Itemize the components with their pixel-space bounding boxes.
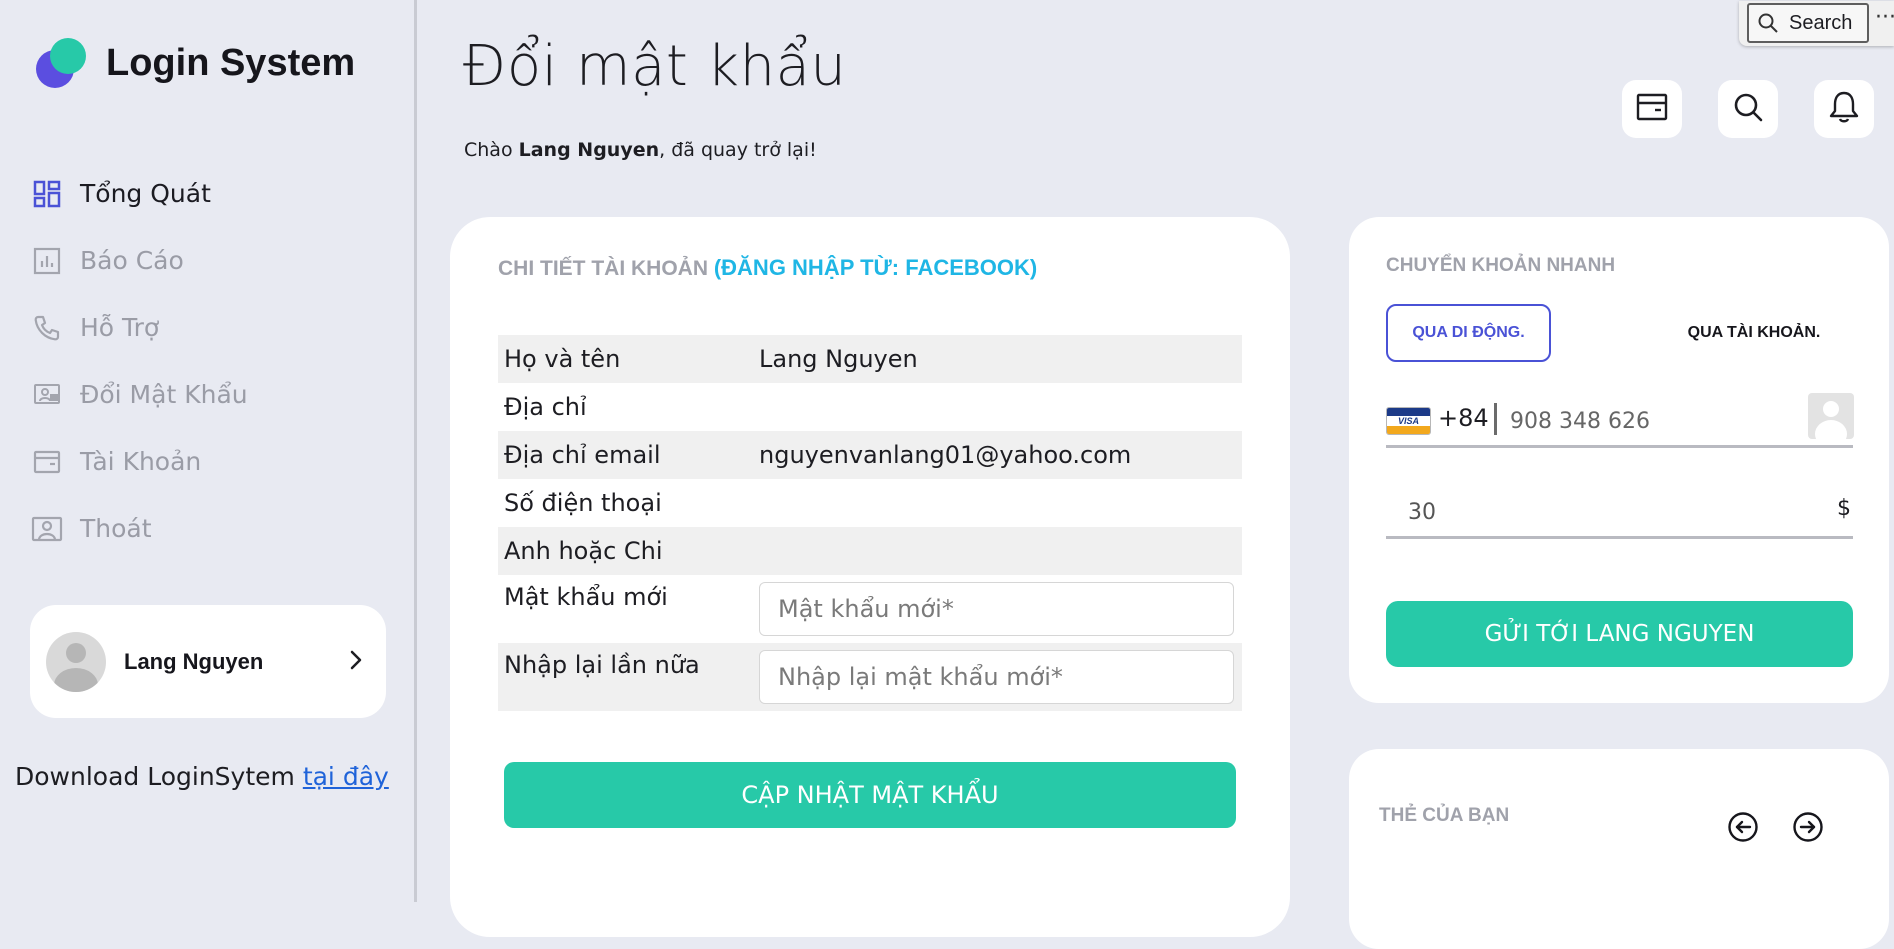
confirm-password-input[interactable] xyxy=(759,650,1234,704)
phone-input[interactable] xyxy=(1508,401,1792,441)
amount-input[interactable] xyxy=(1406,492,1790,532)
table-row: Nhập lại lần nữa xyxy=(498,643,1242,711)
sidebar: Login System Tổng Quát Báo Cáo Hỗ Trợ Đổ… xyxy=(0,0,417,902)
welcome-message: Chào Lang Nguyen, đã quay trở lại! xyxy=(464,139,817,161)
browser-search-bar: Search ··· xyxy=(1739,1,1894,46)
sidebar-item-tai-khoan[interactable]: Tài Khoản xyxy=(30,428,248,495)
country-code: +84 xyxy=(1438,404,1489,432)
row-value xyxy=(753,527,1242,575)
wallet-icon xyxy=(30,445,64,479)
search-box[interactable]: Search xyxy=(1747,3,1869,43)
logo-icon xyxy=(36,36,86,90)
table-row: Họ và tên Lang Nguyen xyxy=(498,335,1242,383)
sidebar-nav: Tổng Quát Báo Cáo Hỗ Trợ Đổi Mật Khẩu Tà… xyxy=(30,160,248,562)
brand-name: Login System xyxy=(106,41,356,84)
update-password-button[interactable]: CẬP NHẬT MẬT KHẨU xyxy=(504,762,1236,828)
new-password-input[interactable] xyxy=(759,582,1234,636)
wallet-icon xyxy=(1636,92,1668,126)
cards-title: THẺ CỦA BẠN xyxy=(1379,805,1510,826)
sidebar-item-label: Tài Khoản xyxy=(80,447,202,476)
sidebar-item-doi-mat-khau[interactable]: Đổi Mật Khẩu xyxy=(30,361,248,428)
sidebar-item-label: Tổng Quát xyxy=(80,179,211,208)
notification-button[interactable] xyxy=(1814,80,1874,138)
new-password-label: Mật khẩu mới xyxy=(504,583,668,611)
page-title: Đổi mật khẩu xyxy=(463,34,847,99)
visa-card-icon: VISA xyxy=(1386,407,1431,435)
table-row: Địa chỉ xyxy=(498,383,1242,431)
row-value xyxy=(753,383,1242,431)
sidebar-item-ho-tro[interactable]: Hỗ Trợ xyxy=(30,294,248,361)
confirm-password-label: Nhập lại lần nữa xyxy=(504,651,700,679)
logout-icon xyxy=(30,512,64,546)
row-label: Địa chỉ xyxy=(504,393,587,421)
table-row: Số điện thoại xyxy=(498,479,1242,527)
search-icon xyxy=(1732,91,1764,127)
arrow-left-icon[interactable] xyxy=(1727,811,1759,843)
sidebar-item-label: Đổi Mật Khẩu xyxy=(80,380,248,409)
account-title-text: CHI TIẾT TÀI KHOẢN xyxy=(498,257,714,280)
account-details-card: CHI TIẾT TÀI KHOẢN (ĐĂNG NHẬP TỪ: FACEBO… xyxy=(450,217,1290,937)
table-row: Địa chỉ email nguyenvanlang01@yahoo.com xyxy=(498,431,1242,479)
sidebar-item-tong-quat[interactable]: Tổng Quát xyxy=(30,160,248,227)
row-value: nguyenvanlang01@yahoo.com xyxy=(759,441,1132,469)
arrow-right-icon[interactable] xyxy=(1792,811,1824,843)
tab-account[interactable]: QUA TÀI KHOẢN. xyxy=(1669,304,1839,362)
send-button[interactable]: GỬI TỚI LANG NGUYEN xyxy=(1386,601,1853,667)
amount-field: $ xyxy=(1386,488,1853,539)
sidebar-item-label: Thoát xyxy=(80,514,152,543)
divider xyxy=(1494,403,1497,435)
avatar xyxy=(46,631,106,692)
row-label: Địa chỉ email xyxy=(504,441,661,469)
account-card-title: CHI TIẾT TÀI KHOẢN (ĐĂNG NHẬP TỪ: FACEBO… xyxy=(498,255,1037,281)
profile-name: Lang Nguyen xyxy=(124,648,264,674)
sidebar-item-label: Hỗ Trợ xyxy=(80,313,160,342)
login-source: (ĐĂNG NHẬP TỪ: FACEBOOK) xyxy=(713,255,1038,280)
row-label: Số điện thoại xyxy=(504,489,662,517)
contact-icon[interactable] xyxy=(1808,393,1854,439)
change-password-icon xyxy=(30,378,64,412)
row-value: Lang Nguyen xyxy=(759,345,918,373)
search-button[interactable] xyxy=(1718,80,1778,138)
table-row: Mật khẩu mới xyxy=(498,575,1242,643)
download-label: Download LoginSytem xyxy=(15,762,303,791)
report-icon xyxy=(30,244,64,278)
download-link[interactable]: tại đây xyxy=(303,762,389,791)
transfer-title: CHUYỂN KHOẢN NHANH xyxy=(1386,255,1616,276)
more-options-icon[interactable]: ··· xyxy=(1875,5,1894,30)
search-label: Search xyxy=(1789,11,1853,34)
wallet-button[interactable] xyxy=(1622,80,1682,138)
phone-field: VISA +84 xyxy=(1386,393,1854,448)
quick-transfer-card: CHUYỂN KHOẢN NHANH QUA DI ĐỘNG. QUA TÀI … xyxy=(1349,217,1889,703)
currency-symbol: $ xyxy=(1837,496,1851,521)
sidebar-item-thoat[interactable]: Thoát xyxy=(30,495,248,562)
row-label: Họ và tên xyxy=(504,345,621,373)
profile-card[interactable]: Lang Nguyen xyxy=(30,605,386,718)
welcome-prefix: Chào xyxy=(464,139,519,161)
account-info-table: Họ và tên Lang Nguyen Địa chỉ Địa chỉ em… xyxy=(498,335,1242,711)
table-row: Anh hoặc Chi xyxy=(498,527,1242,575)
welcome-suffix: , đã quay trở lại! xyxy=(659,139,817,161)
search-icon xyxy=(1757,12,1779,34)
sidebar-item-label: Báo Cáo xyxy=(80,246,184,275)
download-text: Download LoginSytem tại đây xyxy=(15,762,389,791)
brand[interactable]: Login System xyxy=(36,36,355,90)
row-label: Anh hoặc Chi xyxy=(504,537,663,565)
phone-icon xyxy=(30,311,64,345)
row-value xyxy=(753,479,1242,527)
welcome-name: Lang Nguyen xyxy=(518,139,660,161)
card-brand: VISA xyxy=(1387,416,1430,426)
tab-mobile[interactable]: QUA DI ĐỘNG. xyxy=(1386,304,1551,362)
sidebar-item-bao-cao[interactable]: Báo Cáo xyxy=(30,227,248,294)
your-cards-card: THẺ CỦA BẠN xyxy=(1349,749,1889,949)
bell-icon xyxy=(1828,90,1860,128)
dashboard-icon xyxy=(30,177,64,211)
chevron-right-icon[interactable] xyxy=(348,649,364,675)
